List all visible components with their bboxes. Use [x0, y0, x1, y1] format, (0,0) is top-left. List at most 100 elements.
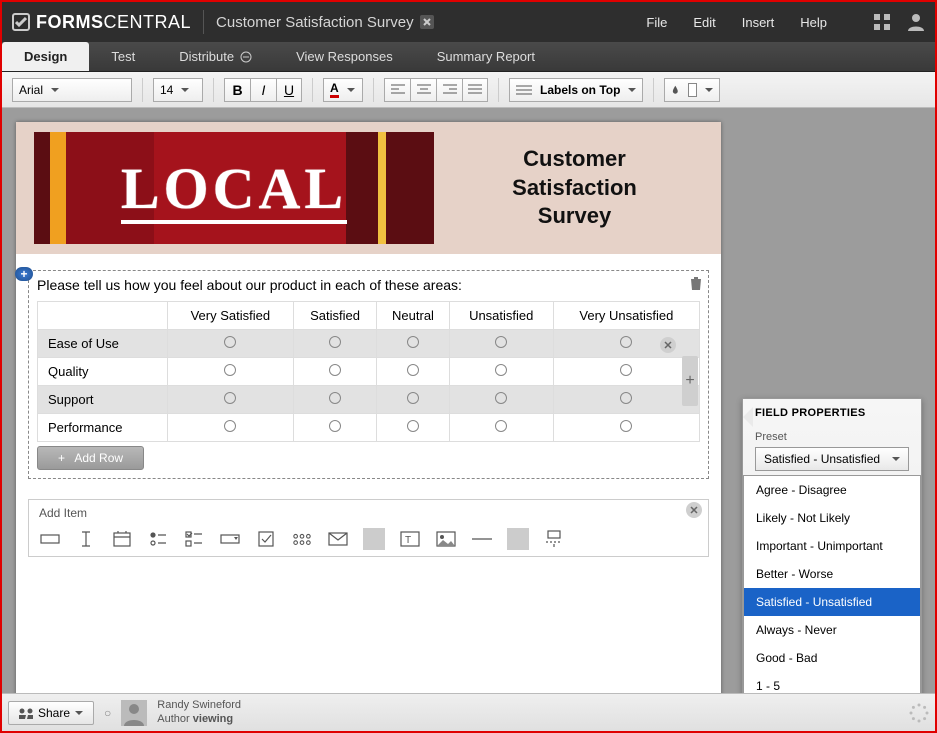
matrix-cell[interactable]	[377, 330, 449, 358]
add-row-button[interactable]: + Add Row	[37, 446, 144, 470]
matrix-row-header[interactable]: Support	[38, 386, 168, 414]
user-icon[interactable]	[907, 13, 925, 31]
radio-icon[interactable]	[224, 392, 236, 404]
matrix-cell[interactable]	[553, 414, 699, 442]
preset-option[interactable]: 1 - 5	[744, 672, 920, 693]
radio-group-icon[interactable]	[147, 528, 169, 550]
matrix-cell[interactable]	[377, 414, 449, 442]
remove-column-icon[interactable]	[660, 337, 676, 353]
delete-field-icon[interactable]	[688, 275, 704, 291]
radio-icon[interactable]	[224, 364, 236, 376]
checkbox-group-icon[interactable]	[183, 528, 205, 550]
align-left-button[interactable]	[384, 78, 410, 102]
fill-color-button[interactable]	[664, 78, 720, 102]
preset-select[interactable]: Satisfied - Unsatisfied	[755, 447, 909, 471]
matrix-cell[interactable]	[293, 386, 377, 414]
preset-option[interactable]: Always - Never	[744, 616, 920, 644]
preset-option[interactable]: Agree - Disagree	[744, 476, 920, 504]
radio-icon[interactable]	[495, 336, 507, 348]
matrix-cell[interactable]	[449, 358, 553, 386]
matrix-cell[interactable]	[293, 414, 377, 442]
align-right-button[interactable]	[436, 78, 462, 102]
image-icon[interactable]	[435, 528, 457, 550]
matrix-cell[interactable]	[449, 414, 553, 442]
matrix-cell[interactable]	[168, 414, 294, 442]
tab-test[interactable]: Test	[89, 42, 157, 71]
matrix-column-header[interactable]: Very Satisfied	[168, 302, 294, 330]
close-document-icon[interactable]	[420, 15, 434, 29]
radio-icon[interactable]	[620, 420, 632, 432]
labels-position-select[interactable]: Labels on Top	[509, 78, 643, 102]
matrix-row-header[interactable]: Ease of Use	[38, 330, 168, 358]
question-text[interactable]: Please tell us how you feel about our pr…	[33, 275, 704, 301]
close-add-item-icon[interactable]	[686, 502, 702, 518]
share-button[interactable]: Share	[8, 701, 94, 725]
rating-matrix-field[interactable]: + Please tell us how you feel about our …	[28, 270, 709, 479]
matrix-cell[interactable]	[168, 386, 294, 414]
matrix-cell[interactable]	[377, 358, 449, 386]
matrix-cell[interactable]	[553, 330, 699, 358]
matrix-column-header[interactable]: Very Unsatisfied	[553, 302, 699, 330]
radio-icon[interactable]	[620, 336, 632, 348]
radio-icon[interactable]	[224, 336, 236, 348]
menu-file[interactable]: File	[646, 15, 667, 30]
page-break-icon[interactable]	[543, 528, 565, 550]
matrix-cell[interactable]	[293, 330, 377, 358]
align-center-button[interactable]	[410, 78, 436, 102]
matrix-cell[interactable]	[449, 386, 553, 414]
menu-help[interactable]: Help	[800, 15, 827, 30]
underline-button[interactable]: U	[276, 78, 302, 102]
bold-button[interactable]: B	[224, 78, 250, 102]
tab-distribute[interactable]: Distribute	[157, 42, 274, 71]
radio-icon[interactable]	[495, 420, 507, 432]
text-color-button[interactable]: A	[323, 78, 363, 102]
text-cursor-icon[interactable]	[75, 528, 97, 550]
matrix-row-header[interactable]: Quality	[38, 358, 168, 386]
matrix-column-header[interactable]: Neutral	[377, 302, 449, 330]
tab-summary-report[interactable]: Summary Report	[415, 42, 557, 71]
preset-option[interactable]: Important - Unimportant	[744, 532, 920, 560]
italic-button[interactable]: I	[250, 78, 276, 102]
menu-insert[interactable]: Insert	[742, 15, 775, 30]
preset-option[interactable]: Satisfied - Unsatisfied	[744, 588, 920, 616]
matrix-cell[interactable]	[293, 358, 377, 386]
radio-icon[interactable]	[329, 364, 341, 376]
tab-design[interactable]: Design	[2, 42, 89, 71]
radio-icon[interactable]	[620, 392, 632, 404]
preset-option[interactable]: Better - Worse	[744, 560, 920, 588]
matrix-row-header[interactable]: Performance	[38, 414, 168, 442]
preset-option[interactable]: Good - Bad	[744, 644, 920, 672]
radio-icon[interactable]	[407, 336, 419, 348]
tab-view-responses[interactable]: View Responses	[274, 42, 415, 71]
radio-icon[interactable]	[329, 392, 341, 404]
matrix-cell[interactable]	[553, 386, 699, 414]
menu-edit[interactable]: Edit	[693, 15, 715, 30]
align-justify-button[interactable]	[462, 78, 488, 102]
divider-icon[interactable]	[471, 528, 493, 550]
email-icon[interactable]	[327, 528, 349, 550]
add-column-icon[interactable]: +	[682, 356, 698, 406]
radio-icon[interactable]	[224, 420, 236, 432]
matrix-cell[interactable]	[168, 330, 294, 358]
text-field-icon[interactable]	[39, 528, 61, 550]
matrix-cell[interactable]	[377, 386, 449, 414]
matrix-cell[interactable]	[553, 358, 699, 386]
matrix-cell[interactable]	[168, 358, 294, 386]
date-picker-icon[interactable]	[111, 528, 133, 550]
dropdown-icon[interactable]	[219, 528, 241, 550]
radio-icon[interactable]	[407, 420, 419, 432]
single-checkbox-icon[interactable]	[255, 528, 277, 550]
radio-icon[interactable]	[329, 420, 341, 432]
font-size-select[interactable]: 14	[153, 78, 203, 102]
add-field-before-icon[interactable]: +	[15, 267, 33, 281]
radio-icon[interactable]	[495, 364, 507, 376]
font-select[interactable]: Arial	[12, 78, 132, 102]
preset-option[interactable]: Likely - Not Likely	[744, 504, 920, 532]
radio-icon[interactable]	[407, 364, 419, 376]
grid-icon[interactable]	[873, 13, 891, 31]
radio-icon[interactable]	[407, 392, 419, 404]
formatted-text-icon[interactable]: T	[399, 528, 421, 550]
radio-icon[interactable]	[620, 364, 632, 376]
radio-icon[interactable]	[495, 392, 507, 404]
matrix-column-header[interactable]: Satisfied	[293, 302, 377, 330]
